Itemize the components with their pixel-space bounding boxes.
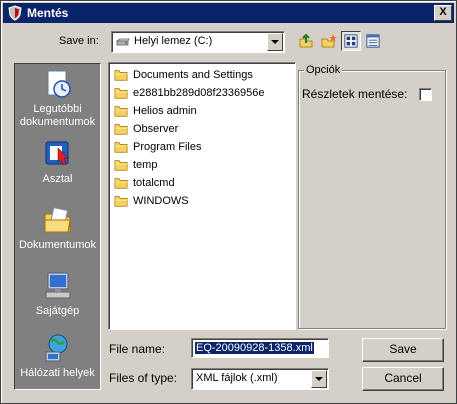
file-list-item[interactable]: Program Files (113, 138, 201, 156)
place-label: Hálózati helyek (20, 367, 95, 379)
app-shield-icon (8, 5, 22, 21)
new-folder-button[interactable] (319, 31, 339, 51)
place-label: Sajátgép (35, 305, 80, 317)
window-title: Mentés (27, 6, 69, 20)
file-list-item[interactable]: e2881bb289d08f2336956e (113, 84, 265, 102)
chevron-down-icon[interactable] (267, 33, 283, 51)
up-folder-icon (299, 33, 313, 48)
file-list-item[interactable]: Helios admin (113, 102, 197, 120)
folder-icon (114, 124, 128, 135)
folder-icon (114, 142, 128, 153)
title-bar[interactable]: Mentés X (3, 3, 454, 23)
close-button[interactable]: X (434, 5, 452, 21)
file-type-label: Files of type: (109, 371, 178, 385)
place-label: Dokumentumok (18, 239, 97, 251)
list-view-button[interactable] (341, 31, 361, 51)
file-type-select[interactable]: XML fájlok (.xml) (191, 368, 329, 390)
details-view-button[interactable] (363, 31, 383, 51)
my-computer-icon (45, 272, 70, 299)
file-list-item-label: Helios admin (133, 105, 197, 117)
folder-icon (114, 70, 128, 81)
file-list-item[interactable]: Observer (113, 120, 178, 138)
file-list-item-label: WINDOWS (133, 195, 189, 207)
file-list-item[interactable]: temp (113, 156, 157, 174)
file-list-item-label: temp (133, 159, 158, 171)
file-list-item-label: Documents and Settings (133, 69, 253, 81)
desktop-icon (45, 141, 69, 166)
file-list-item[interactable]: Documents and Settings (113, 66, 253, 84)
documents-icon (44, 207, 71, 233)
hard-drive-icon (115, 38, 130, 46)
save-dialog: Mentés X Save in: Helyi lemez (C:) Legut… (0, 0, 457, 404)
file-list-item-label: Observer (133, 123, 179, 135)
save-in-combo[interactable]: Helyi lemez (C:) (111, 31, 285, 53)
recent-documents-icon (47, 70, 71, 98)
places-bar: Legutóbbi dokumentumok Asztal Dokumentum… (14, 63, 101, 390)
folder-icon (114, 196, 128, 207)
list-view-icon (344, 34, 358, 48)
place-desktop[interactable]: Asztal (15, 138, 100, 186)
place-recent-documents[interactable]: Legutóbbi dokumentumok (15, 68, 100, 129)
file-type-value: XML fájlok (.xml) (196, 372, 278, 384)
file-list-item-label: totalcmd (133, 177, 175, 189)
save-in-value: Helyi lemez (C:) (134, 35, 213, 47)
options-legend: Opciók (304, 64, 343, 76)
save-in-label: Save in: (59, 35, 99, 47)
new-folder-icon (321, 34, 337, 48)
details-view-icon (366, 34, 380, 48)
place-label: Legutóbbi dokumentumok (19, 103, 96, 128)
file-list-item-label: Program Files (133, 141, 202, 153)
file-name-value: EQ-20090928-1358.xml (195, 342, 314, 354)
save-button[interactable]: Save (362, 338, 444, 362)
chevron-down-icon[interactable] (311, 370, 327, 388)
folder-icon (114, 160, 128, 171)
details-save-checkbox[interactable] (419, 88, 432, 101)
options-group (298, 70, 446, 329)
network-icon (45, 334, 67, 362)
file-name-label: File name: (109, 342, 166, 356)
folder-icon (114, 178, 128, 189)
file-list-item[interactable]: WINDOWS (113, 192, 189, 210)
folder-icon (114, 88, 128, 99)
file-list-item-label: e2881bb289d08f2336956e (133, 87, 265, 99)
details-save-label: Részletek mentése: (302, 87, 408, 101)
folder-icon (114, 106, 128, 117)
place-network[interactable]: Hálózati helyek (15, 332, 100, 380)
place-documents[interactable]: Dokumentumok (15, 204, 100, 252)
file-list[interactable]: Documents and Settings e2881bb289d08f2336… (108, 62, 296, 330)
cancel-button[interactable]: Cancel (362, 367, 444, 391)
up-folder-button[interactable] (296, 31, 316, 51)
file-name-input[interactable]: EQ-20090928-1358.xml (191, 338, 329, 358)
place-label: Asztal (42, 173, 73, 185)
file-list-item[interactable]: totalcmd (113, 174, 175, 192)
place-my-computer[interactable]: Sajátgép (15, 270, 100, 318)
